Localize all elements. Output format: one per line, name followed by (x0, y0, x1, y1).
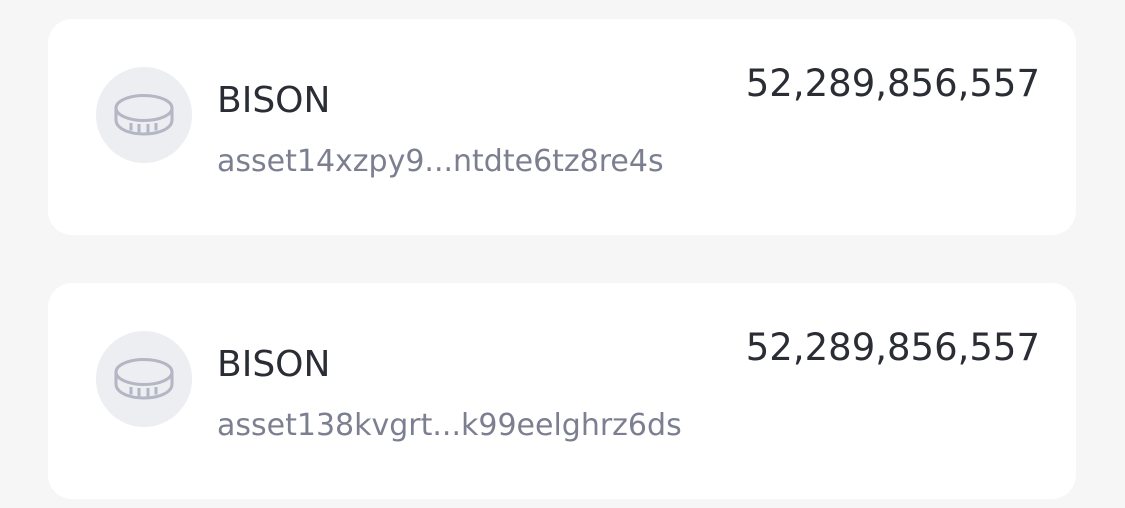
coin-icon (114, 94, 174, 136)
asset-icon-circle (96, 331, 192, 427)
asset-name: BISON (217, 80, 331, 121)
asset-id: asset138kvgrt...k99eelghrz6ds (217, 408, 682, 443)
asset-card[interactable]: BISON asset138kvgrt...k99eelghrz6ds 52,2… (48, 283, 1076, 499)
asset-amount: 52,289,856,557 (745, 326, 1040, 369)
asset-amount: 52,289,856,557 (745, 62, 1040, 105)
asset-name: BISON (217, 344, 331, 385)
coin-icon (114, 358, 174, 400)
asset-icon-circle (96, 67, 192, 163)
asset-card[interactable]: BISON asset14xzpy9...ntdte6tz8re4s 52,28… (48, 19, 1076, 235)
asset-id: asset14xzpy9...ntdte6tz8re4s (217, 144, 664, 179)
